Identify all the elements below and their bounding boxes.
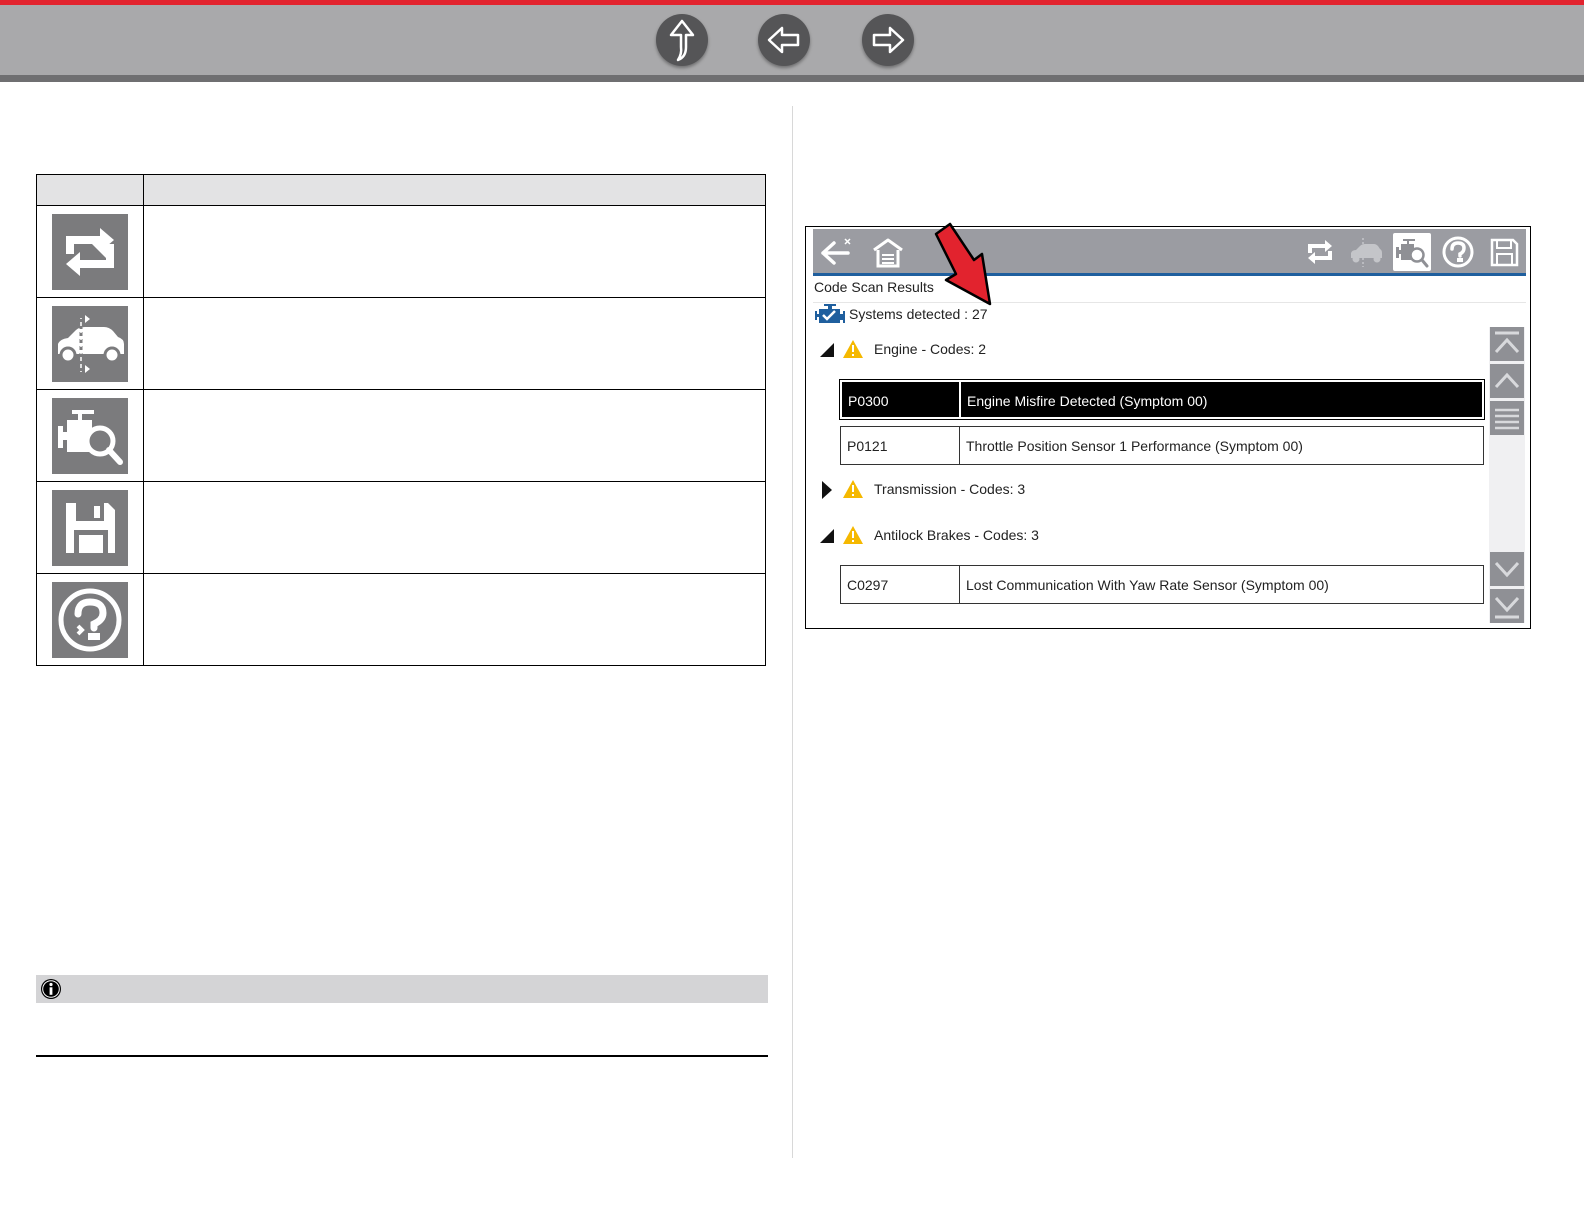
callout-arrow-icon (934, 222, 992, 306)
help-icon (52, 581, 128, 658)
toolbar-icon-table (36, 174, 766, 666)
code-row-c0297[interactable]: C0297 Lost Communication With Yaw Rate S… (840, 565, 1484, 604)
home-icon (873, 238, 903, 268)
nav-back-button[interactable] (758, 14, 810, 66)
group-label: Antilock Brakes - Codes: 3 (874, 527, 1039, 543)
scroll-top-icon (1494, 331, 1520, 354)
engine-scan-icon (1396, 239, 1429, 268)
dtc-code: C0297 (841, 566, 960, 603)
back-exit-icon (821, 238, 851, 265)
code-row-p0300[interactable]: P0300 Engine Misfire Detected (Symptom 0… (839, 379, 1485, 420)
group-label: Engine - Codes: 2 (874, 341, 987, 357)
table-row (36, 297, 766, 390)
device-toolbar (813, 229, 1526, 276)
scroll-grip-icon (1495, 408, 1519, 430)
arrow-right-icon (872, 26, 905, 54)
note-bar (36, 975, 768, 1003)
table-header-icon (36, 174, 144, 206)
scroll-down-button[interactable] (1490, 552, 1524, 586)
nav-up-button[interactable] (656, 14, 708, 66)
scroll-top-button[interactable] (1490, 327, 1524, 361)
vehicle-systems-button (1347, 233, 1385, 271)
screen-title: Code Scan Results (814, 279, 934, 295)
table-cell-description (143, 573, 766, 666)
save-button[interactable] (1485, 233, 1523, 271)
refresh-icon (1308, 240, 1332, 264)
engine-check-icon (815, 304, 845, 323)
warning-icon (843, 480, 863, 498)
table-header-row (36, 174, 766, 206)
dtc-code: P0300 (842, 382, 961, 417)
scroll-bottom-button[interactable] (1490, 589, 1524, 623)
refresh-icon (52, 213, 128, 290)
warning-icon (843, 526, 863, 544)
table-cell-icon (36, 297, 144, 390)
table-cell-description (143, 389, 766, 482)
nav-forward-button[interactable] (862, 14, 914, 66)
arrow-left-icon (767, 26, 800, 54)
column-divider (792, 106, 793, 1158)
table-row (36, 389, 766, 482)
section-rule (36, 1055, 768, 1057)
vehicle-systems-icon (52, 305, 128, 382)
table-header-description (143, 174, 766, 206)
help-button[interactable] (1439, 233, 1477, 271)
table-cell-icon (36, 205, 144, 298)
vehicle-systems-icon (1351, 238, 1382, 267)
systems-detected-text: Systems detected : 27 (849, 306, 988, 322)
toolbar-accent-line (813, 273, 1526, 276)
top-navigation-bar (0, 0, 1584, 82)
scroll-thumb[interactable] (1490, 401, 1524, 435)
title-underline (813, 302, 1526, 303)
back-exit-button[interactable] (817, 233, 855, 271)
scrollbar[interactable] (1489, 327, 1525, 623)
save-icon (52, 489, 128, 566)
table-row (36, 205, 766, 298)
scroll-up-icon (1494, 372, 1520, 389)
table-cell-icon (36, 389, 144, 482)
code-scan-results-screen: Code Scan Results Systems detected : 27 … (805, 226, 1531, 629)
warning-icon (843, 340, 863, 358)
dtc-description: Engine Misfire Detected (Symptom 00) (961, 382, 1482, 417)
arrow-up-icon (669, 19, 695, 62)
engine-scan-icon (52, 397, 128, 474)
code-row-p0121[interactable]: P0121 Throttle Position Sensor 1 Perform… (840, 426, 1484, 465)
table-row (36, 573, 766, 666)
nav-bottom-edge (0, 75, 1584, 82)
table-cell-description (143, 205, 766, 298)
group-label: Transmission - Codes: 3 (874, 481, 1026, 497)
scroll-up-button[interactable] (1490, 364, 1524, 398)
nav-accent-line (0, 0, 1584, 5)
home-button[interactable] (869, 233, 907, 271)
scroll-bottom-icon (1494, 596, 1520, 619)
expanded-triangle-icon[interactable] (818, 341, 836, 359)
table-cell-icon (36, 573, 144, 666)
dtc-description: Lost Communication With Yaw Rate Sensor … (966, 577, 1329, 593)
dtc-code: P0121 (841, 427, 960, 464)
table-cell-description (143, 297, 766, 390)
help-icon (1442, 236, 1474, 268)
save-icon (1490, 238, 1519, 267)
refresh-button[interactable] (1301, 233, 1339, 271)
table-cell-icon (36, 481, 144, 574)
scroll-down-icon (1494, 561, 1520, 578)
collapsed-triangle-icon[interactable] (818, 481, 836, 499)
engine-scan-button[interactable] (1393, 233, 1431, 271)
expanded-triangle-icon[interactable] (818, 527, 836, 545)
table-row (36, 481, 766, 574)
info-icon (41, 979, 61, 999)
table-cell-description (143, 481, 766, 574)
dtc-description: Throttle Position Sensor 1 Performance (… (966, 438, 1303, 454)
